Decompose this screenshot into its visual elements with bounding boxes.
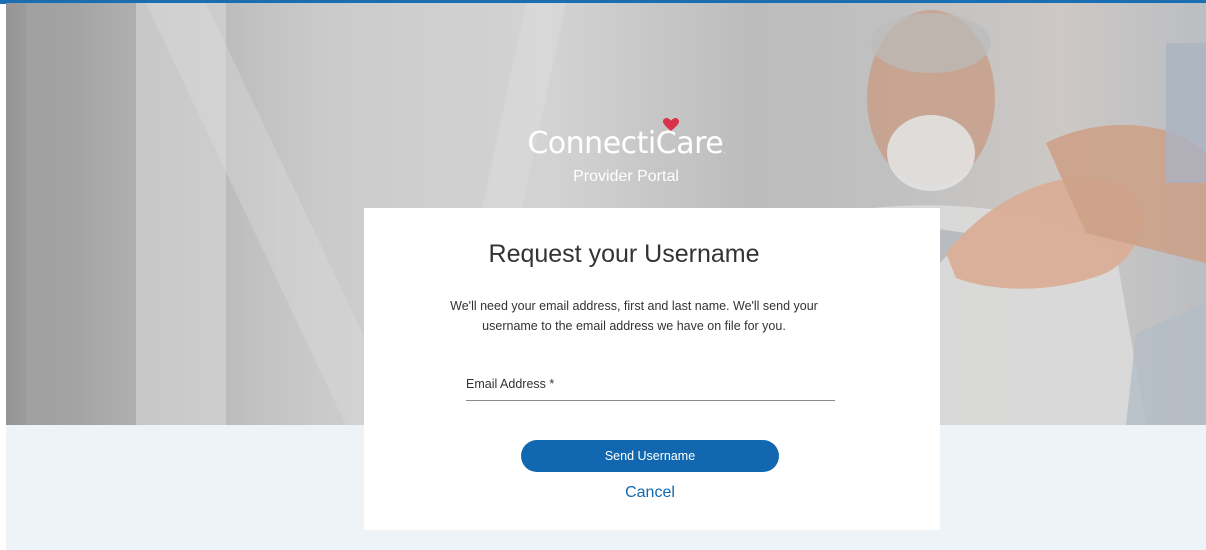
request-username-card: Request your Username We'll need your em… [364, 208, 940, 530]
email-field[interactable]: Email Address * [466, 376, 835, 401]
form-description: We'll need your email address, first and… [450, 299, 818, 333]
brand-trademark: . [723, 148, 725, 155]
cancel-link[interactable]: Cancel [600, 484, 700, 502]
send-username-button[interactable]: Send Username [521, 440, 779, 472]
heart-icon [663, 118, 680, 131]
page-title: Request your Username [488, 240, 760, 268]
page: ConnectiCare. Provider Portal Request yo… [0, 0, 1206, 550]
brand-logo: ConnectiCare. Provider Portal [456, 118, 796, 186]
email-field-label: Email Address * [466, 377, 555, 391]
brand-wordmark: ConnectiCare. [527, 118, 725, 172]
brand-name-prefix: Connecti [527, 126, 656, 161]
